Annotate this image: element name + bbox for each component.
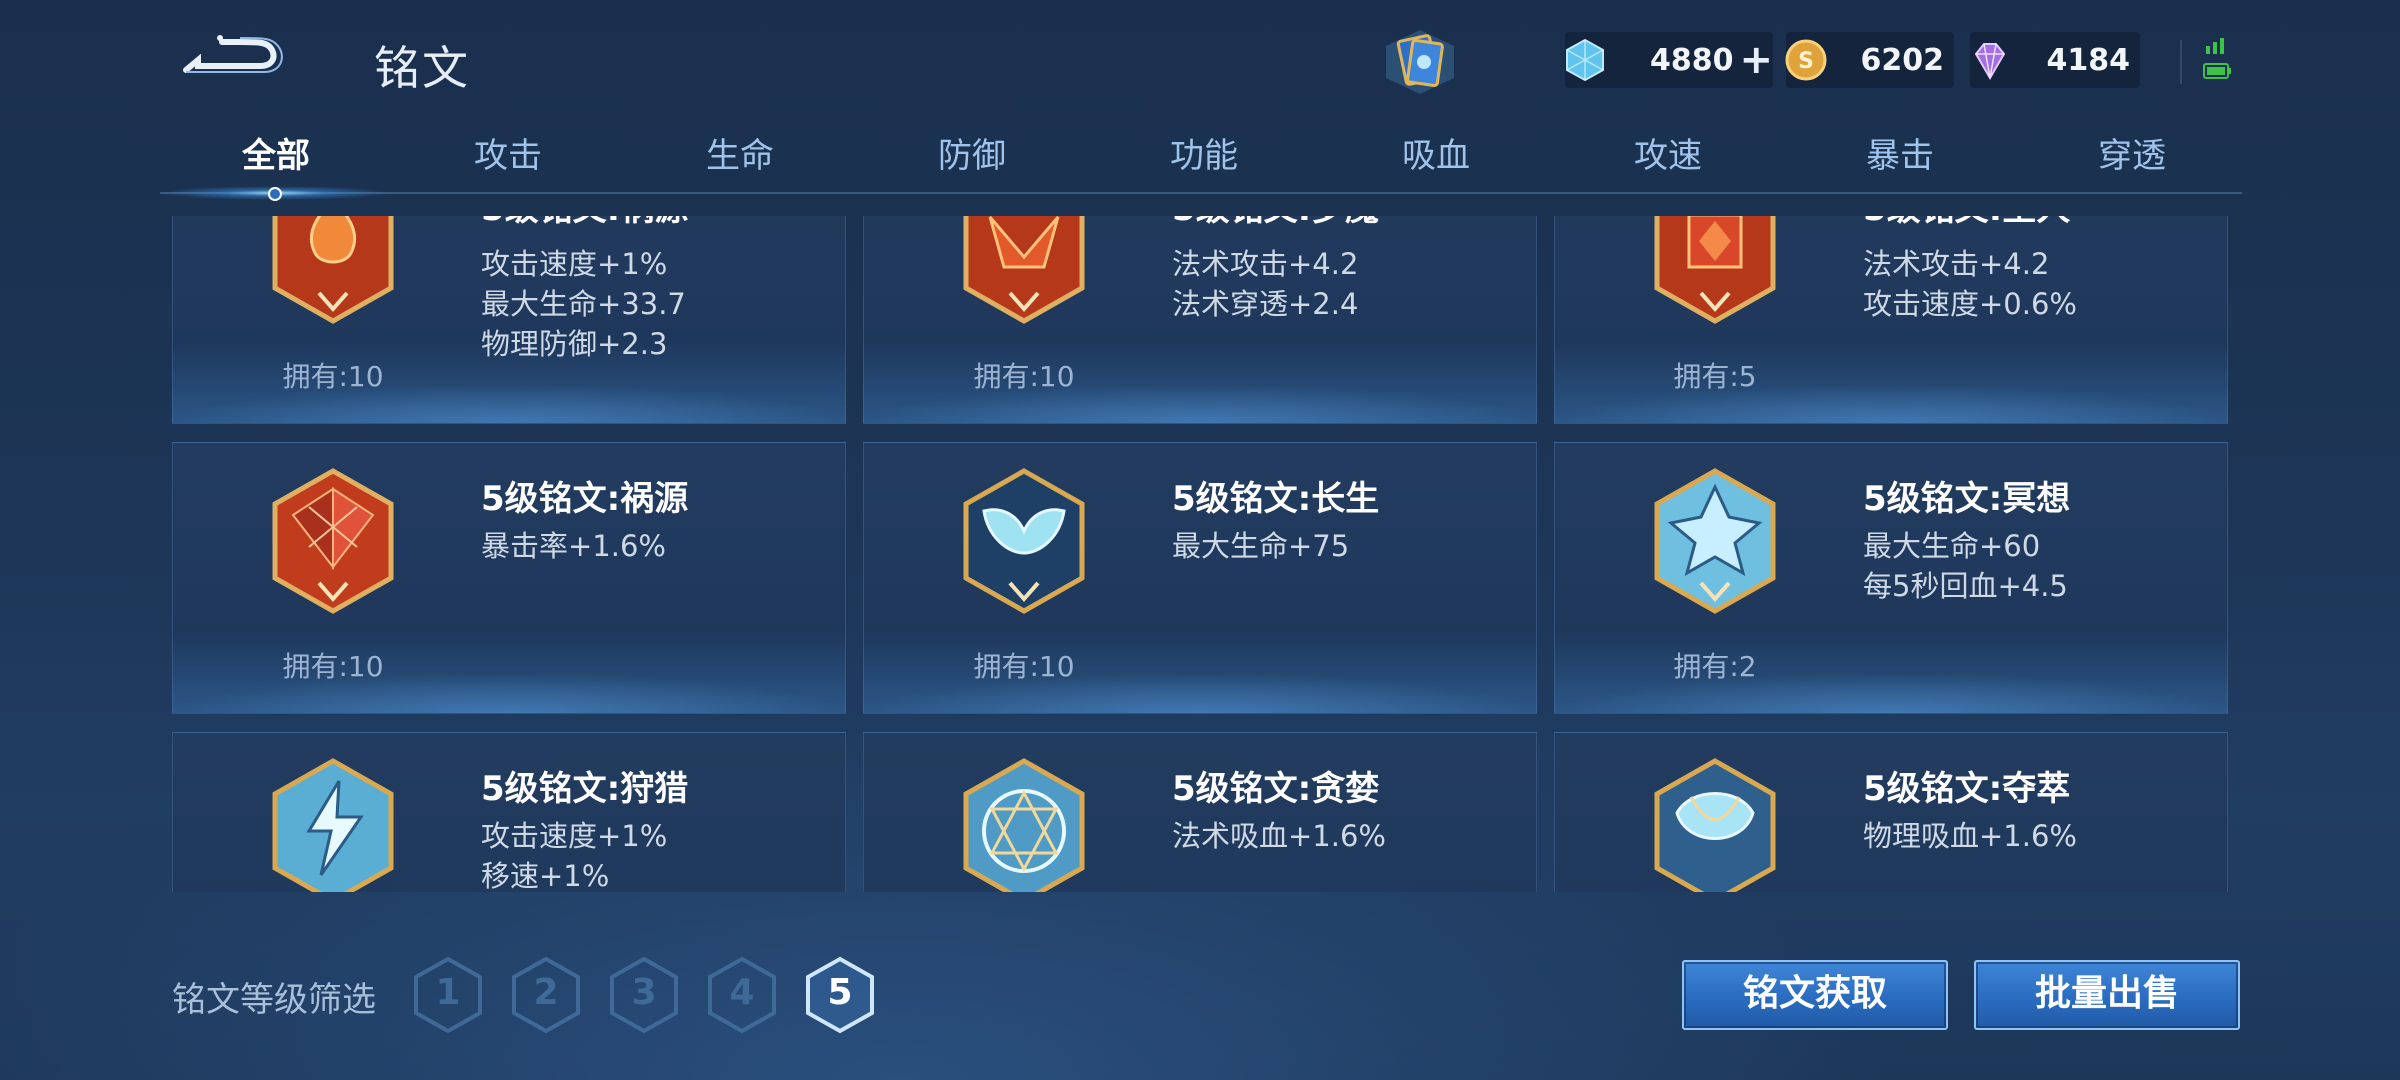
level-label: 1 <box>435 972 461 1013</box>
owned-count: 拥有:10 <box>282 360 384 393</box>
red-rune-emblem-icon <box>963 216 1085 324</box>
rune-name: 5级铭文:冥想 <box>1863 479 2071 519</box>
rune-card[interactable]: 5级铭文:长生 最大生命+75 拥有:10 <box>863 442 1537 714</box>
rune-name: 5级铭文:贪婪 <box>1172 769 1380 809</box>
owned-count: 拥有:10 <box>973 360 1075 393</box>
blue-rune-emblem-icon <box>963 758 1085 892</box>
tab-utility[interactable]: 功能 <box>1088 128 1320 177</box>
rune-card[interactable]: 5级铭文:夺萃 物理吸血+1.6% <box>1554 732 2228 892</box>
rune-name: 5级铭文:梦魇 <box>1172 216 1379 230</box>
rune-stat: 最大生命+75 <box>1172 529 1350 563</box>
rune-card[interactable]: 5级铭文:祸源 暴击率+1.6% 拥有:10 <box>172 442 846 714</box>
rune-stat: 法术穿透+2.4 <box>1172 287 1359 321</box>
rune-name: 5级铭文:狩猎 <box>481 769 689 809</box>
rune-card-icon[interactable] <box>1380 26 1460 98</box>
rune-card[interactable]: 5级铭文:狩猎 攻击速度+1% 移速+1% <box>172 732 846 892</box>
add-diamond-icon[interactable]: + <box>1739 40 1773 80</box>
crystal-count: 4184 <box>2046 42 2131 78</box>
rune-stat: 最大生命+33.7 <box>481 287 686 321</box>
tab-defense[interactable]: 防御 <box>856 128 1088 177</box>
rune-name: 5级铭文:祸源 <box>481 479 689 519</box>
red-rune-emblem-icon <box>272 468 394 614</box>
level-filter-1[interactable]: 1 <box>412 956 484 1034</box>
rune-stat: 法术吸血+1.6% <box>1172 819 1386 853</box>
rune-stat: 物理吸血+1.6% <box>1863 819 2077 853</box>
rune-stat: 攻击速度+1% <box>481 819 668 853</box>
level-label: 4 <box>729 972 755 1013</box>
level-filter-4[interactable]: 4 <box>706 956 778 1034</box>
rune-stat: 攻击速度+1% <box>481 247 668 281</box>
rune-name: 5级铭文:圣人 <box>1863 216 2070 230</box>
rune-stat: 每5秒回血+4.5 <box>1863 569 2068 603</box>
diamond-gem-icon <box>1566 38 1604 82</box>
blue-rune-emblem-icon <box>963 468 1085 614</box>
rune-name: 5级铭文:长生 <box>1172 479 1380 519</box>
rune-stat: 攻击速度+0.6% <box>1863 287 2077 321</box>
rune-card[interactable]: 5级铭文:贪婪 法术吸血+1.6% <box>863 732 1537 892</box>
level-filter-label: 铭文等级筛选 <box>172 980 376 1020</box>
level-label: 3 <box>631 972 657 1013</box>
rune-stat: 暴击率+1.6% <box>481 529 666 563</box>
rune-name: 5级铭文:祸源 <box>481 216 688 230</box>
crystal-currency: 4184 <box>1970 32 2140 88</box>
tab-penetration[interactable]: 穿透 <box>2016 128 2248 177</box>
rune-stat: 法术攻击+4.2 <box>1172 247 1359 281</box>
rune-stat: 移速+1% <box>481 859 610 892</box>
page-title: 铭文 <box>374 41 470 95</box>
svg-text:S: S <box>1798 49 1814 74</box>
bulk-sell-button[interactable]: 批量出售 <box>1974 960 2240 1030</box>
rune-name: 5级铭文:夺萃 <box>1863 769 2071 809</box>
tab-underline <box>160 192 2242 194</box>
gold-count: 6202 <box>1860 42 1945 78</box>
tab-attack[interactable]: 攻击 <box>392 128 624 177</box>
rune-card[interactable]: 5级铭文:祸源 攻击速度+1% 最大生命+33.7 物理防御+2.3 拥有:10 <box>172 216 846 424</box>
level-filter-2[interactable]: 2 <box>510 956 582 1034</box>
tab-lifesteal[interactable]: 吸血 <box>1320 128 1552 177</box>
blue-rune-emblem-icon <box>272 758 394 892</box>
level-filter-3[interactable]: 3 <box>608 956 680 1034</box>
tab-all[interactable]: 全部 <box>160 128 392 177</box>
red-rune-emblem-icon <box>1654 216 1776 324</box>
get-rune-button[interactable]: 铭文获取 <box>1682 960 1948 1030</box>
rune-card[interactable]: 5级铭文:梦魇 法术攻击+4.2 法术穿透+2.4 拥有:10 <box>863 216 1537 424</box>
tab-attack-speed[interactable]: 攻速 <box>1552 128 1784 177</box>
blue-rune-emblem-icon <box>1654 758 1776 892</box>
header-divider <box>2180 40 2182 84</box>
level-filter-5[interactable]: 5 <box>804 956 876 1034</box>
back-arrow-icon <box>183 35 283 73</box>
level-label: 2 <box>533 972 559 1013</box>
blue-rune-emblem-icon <box>1654 468 1776 614</box>
owned-count: 拥有:10 <box>282 650 384 683</box>
category-tabs: 全部 攻击 生命 防御 功能 吸血 攻速 暴击 穿透 <box>160 128 2240 198</box>
signal-battery-icon <box>2203 38 2231 79</box>
diamond-currency: 4880 + <box>1565 32 1773 88</box>
red-rune-emblem-icon <box>272 216 394 324</box>
active-tab-dot <box>268 187 282 201</box>
back-button[interactable] <box>178 30 288 84</box>
rune-card[interactable]: 5级铭文:圣人 法术攻击+4.2 攻击速度+0.6% 拥有:5 <box>1554 216 2228 424</box>
diamond-count: 4880 <box>1649 42 1734 78</box>
gold-coin-icon: S <box>1785 39 1827 81</box>
rune-stat: 法术攻击+4.2 <box>1863 247 2050 281</box>
rune-stat: 物理防御+2.3 <box>481 327 668 361</box>
purple-crystal-icon <box>1974 43 2006 80</box>
rune-grid: 5级铭文:祸源 攻击速度+1% 最大生命+33.7 物理防御+2.3 拥有:10… <box>172 216 2228 892</box>
tab-health[interactable]: 生命 <box>624 128 856 177</box>
owned-count: 拥有:5 <box>1673 360 1757 393</box>
rune-stat: 最大生命+60 <box>1863 529 2041 563</box>
owned-count: 拥有:2 <box>1673 650 1757 683</box>
gold-currency: S 6202 <box>1785 32 1954 88</box>
owned-count: 拥有:10 <box>973 650 1075 683</box>
tab-critical[interactable]: 暴击 <box>1784 128 2016 177</box>
rune-card[interactable]: 5级铭文:冥想 最大生命+60 每5秒回血+4.5 拥有:2 <box>1554 442 2228 714</box>
level-label: 5 <box>827 972 853 1013</box>
